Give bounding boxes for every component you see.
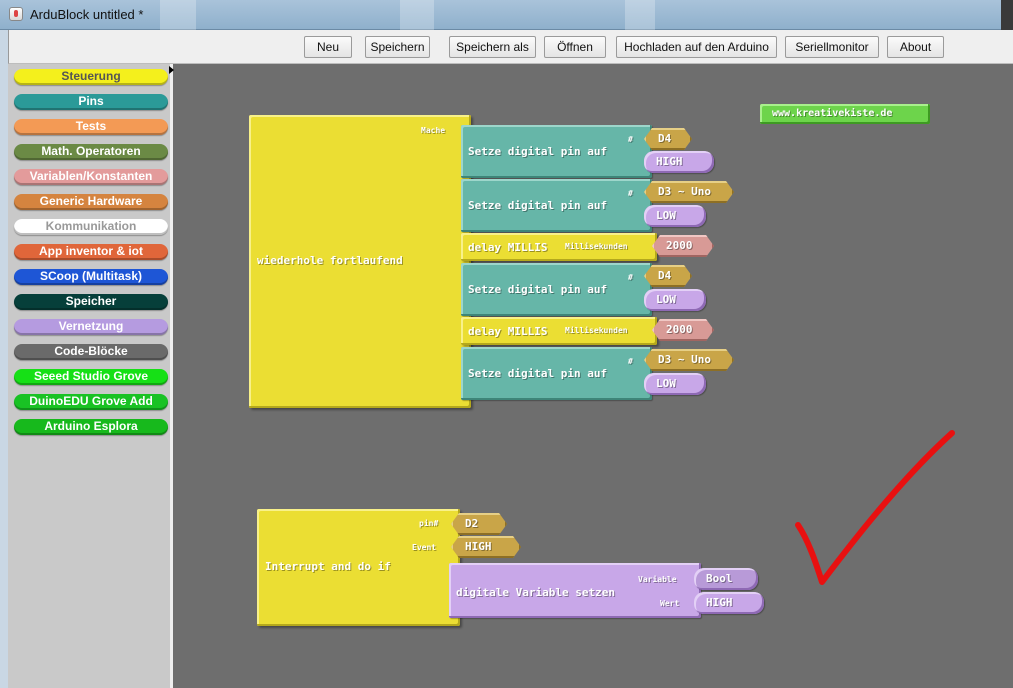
setvar-value-label: Wert	[660, 599, 680, 608]
pin-value-block[interactable]: D3 ~ Uno	[644, 181, 734, 203]
block-palette: Steuerung Pins Tests Math. Operatoren Va…	[8, 64, 173, 688]
interrupt-event-value-block[interactable]: HIGH	[451, 536, 521, 558]
category-tests[interactable]: Tests	[14, 119, 168, 135]
toolbar: Neu Speichern Speichern als Öffnen Hochl…	[8, 30, 1013, 64]
window-controls[interactable]	[1001, 0, 1013, 30]
statement-label: Setze digital pin auf	[468, 283, 608, 296]
pin-value-block[interactable]: D3 ~ Uno	[644, 349, 734, 371]
set-digital-pin-block[interactable]: Setze digital pin auf #	[461, 179, 652, 232]
set-digital-pin-block[interactable]: Setze digital pin auf #	[461, 347, 652, 400]
loop-socket-label: Mache	[421, 126, 446, 135]
variable-value-block[interactable]: HIGH	[694, 592, 764, 614]
window-title: ArduBlock untitled *	[30, 7, 144, 22]
high-low-value-block[interactable]: LOW	[644, 289, 706, 311]
category-app-inventor[interactable]: App inventor & iot	[14, 244, 168, 260]
open-button[interactable]: Öffnen	[544, 36, 606, 58]
titlebar-glass-highlight	[400, 0, 434, 30]
number-value-block[interactable]: 2000	[652, 319, 714, 341]
save-button[interactable]: Speichern	[365, 36, 430, 58]
titlebar-glass-highlight	[625, 0, 655, 30]
delay-unit-label: Millisekunden	[565, 242, 628, 251]
title-bar: ArduBlock untitled *	[0, 0, 1013, 30]
interrupt-event-label: Event	[412, 543, 437, 552]
high-low-value-block[interactable]: LOW	[644, 373, 706, 395]
delay-millis-block[interactable]: delay MILLIS Millisekunden	[461, 317, 657, 345]
setvar-label: digitale Variable setzen	[456, 586, 615, 599]
category-arduino-esplora[interactable]: Arduino Esplora	[14, 419, 168, 435]
save-as-button[interactable]: Speichern als	[449, 36, 536, 58]
interrupt-label: Interrupt and do if	[265, 560, 391, 573]
category-variables[interactable]: Variablen/Konstanten	[14, 169, 168, 185]
set-digital-pin-block[interactable]: Setze digital pin auf #	[461, 125, 652, 178]
statement-label: Setze digital pin auf	[468, 199, 608, 212]
pin-hash-label: #	[628, 357, 633, 366]
category-generic-hardware[interactable]: Generic Hardware	[14, 194, 168, 210]
number-value-block[interactable]: 2000	[652, 235, 714, 257]
statement-label: delay MILLIS	[468, 325, 548, 338]
set-digital-pin-block[interactable]: Setze digital pin auf #	[461, 263, 652, 316]
statement-label: delay MILLIS	[468, 241, 548, 254]
category-code-bloecke[interactable]: Code-Blöcke	[14, 344, 168, 360]
loop-block[interactable]: wiederhole fortlaufend Mache	[249, 115, 471, 408]
pin-value-block[interactable]: D4	[644, 128, 692, 150]
statement-label: Setze digital pin auf	[468, 145, 608, 158]
category-seeed-grove[interactable]: Seeed Studio Grove	[14, 369, 168, 385]
pin-hash-label: #	[628, 273, 633, 282]
category-scoop[interactable]: SCoop (Multitask)	[14, 269, 168, 285]
high-low-value-block[interactable]: HIGH	[644, 151, 714, 173]
setvar-variable-label: Variable	[638, 575, 677, 584]
new-button[interactable]: Neu	[304, 36, 352, 58]
category-duinoedu-grove[interactable]: DuinoEDU Grove Add	[14, 394, 168, 410]
category-kommunikation[interactable]: Kommunikation	[14, 219, 168, 235]
loop-label: wiederhole fortlaufend	[257, 254, 403, 267]
checkmark-annotation-icon	[795, 430, 955, 585]
category-pins[interactable]: Pins	[14, 94, 168, 110]
interrupt-block[interactable]: Interrupt and do if pin# Event	[257, 509, 460, 626]
interrupt-pin-label: pin#	[419, 519, 439, 528]
statement-label: Setze digital pin auf	[468, 367, 608, 380]
upload-button[interactable]: Hochladen auf den Arduino	[616, 36, 777, 58]
url-comment-block[interactable]: www.kreativekiste.de	[760, 104, 930, 124]
set-digital-variable-block[interactable]: digitale Variable setzen Variable Wert	[449, 563, 701, 618]
titlebar-glass-highlight	[160, 0, 196, 30]
delay-unit-label: Millisekunden	[565, 326, 628, 335]
pin-hash-label: #	[628, 135, 633, 144]
pin-hash-label: #	[628, 189, 633, 198]
variable-name-block[interactable]: Bool	[694, 568, 758, 590]
java-app-icon	[9, 7, 23, 21]
serial-monitor-button[interactable]: Seriellmonitor	[785, 36, 879, 58]
about-button[interactable]: About	[887, 36, 944, 58]
palette-split-arrow-icon[interactable]	[169, 66, 174, 74]
pin-value-block[interactable]: D4	[644, 265, 692, 287]
category-steuerung[interactable]: Steuerung	[14, 69, 168, 85]
window-frame-left	[0, 30, 8, 688]
high-low-value-block[interactable]: LOW	[644, 205, 706, 227]
category-vernetzung[interactable]: Vernetzung	[14, 319, 168, 335]
category-speicher[interactable]: Speicher	[14, 294, 168, 310]
category-math[interactable]: Math. Operatoren	[14, 144, 168, 160]
interrupt-pin-value-block[interactable]: D2	[451, 513, 507, 535]
delay-millis-block[interactable]: delay MILLIS Millisekunden	[461, 233, 657, 261]
